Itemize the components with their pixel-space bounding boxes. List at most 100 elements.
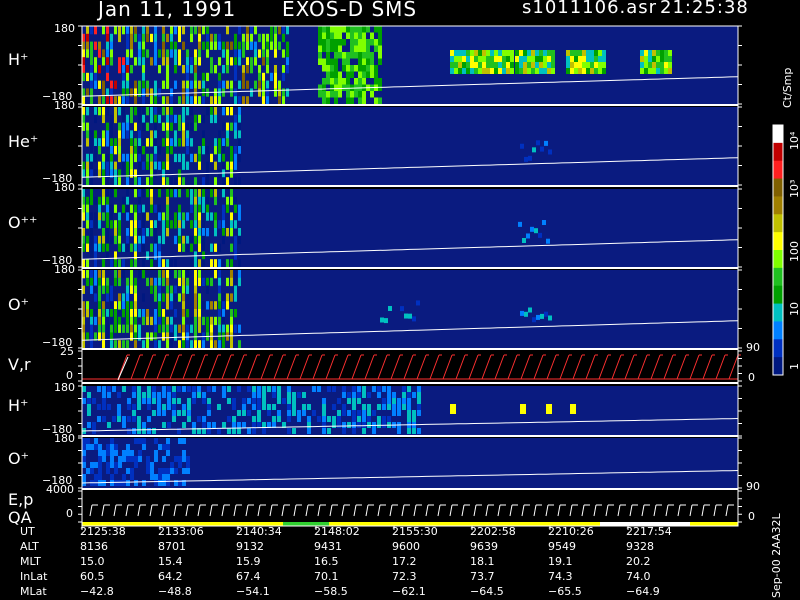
spectrogram-cell [106,462,110,468]
spectrogram-cell [190,26,193,35]
spectrogram-cell [154,456,158,462]
spectrogram-cell [138,228,141,237]
spectrogram-cell [142,161,145,170]
spectrogram-cell [167,398,171,404]
spectrogram-cell [182,316,185,326]
spectrogram-cell [122,243,125,252]
spectrogram-cell [82,444,86,450]
spectrogram-cell [218,72,221,82]
spectrogram-cell [227,416,231,422]
table-cell: 72.3 [392,570,417,583]
spectrogram-cell [86,49,89,58]
spectrogram-cell [347,398,351,404]
spectrogram-cell [134,456,138,462]
spectrogram-cell [166,65,169,74]
spectrogram-cell [134,340,137,349]
spectrogram-cell [652,62,656,68]
spectrogram-cell [87,422,91,428]
spectrogram-cell [570,68,574,74]
spectrogram-cell [486,68,490,74]
spectrogram-cell [126,96,129,105]
spectrogram-cell [147,392,151,398]
spectrogram-cell [482,68,486,74]
spectrogram-cell [234,88,237,97]
spectrogram-cell [90,468,94,474]
spectrogram-cell [374,26,378,33]
spectrogram-cell [186,212,189,221]
spectrogram-cell [166,228,169,237]
spectrogram-cell [286,41,289,50]
spectrogram-cell [234,324,237,333]
spectrogram-cell [519,50,523,56]
spectrogram-cell [417,398,421,404]
spectrogram-cell [506,62,510,68]
spectrogram-cell [190,107,193,116]
spectrogram-cell [190,259,193,268]
spectrogram-cell [158,114,161,124]
spectrogram-cell [142,107,145,116]
spectrogram-cell [86,332,89,341]
spectrogram-cell [392,392,396,398]
spectrogram-cell [98,107,101,116]
spectrogram-cell [158,270,161,279]
spectrogram-cell [126,456,130,462]
spectrogram-cell [234,293,237,302]
spectrogram-cell [282,65,285,74]
spectrogram-cell [122,456,126,462]
spectrogram-cell [118,340,121,349]
spectrogram-cell [97,416,101,422]
spectrogram-cell [238,49,241,58]
spectrogram-cell [230,161,233,170]
spectrogram-cell [166,270,169,279]
spectrogram-cell [218,259,221,268]
spectrogram-cell [98,204,101,213]
spectrogram-cell [640,50,644,56]
spectrogram-cell [138,177,141,186]
spectrogram-cell [142,33,145,43]
spectrogram-cell [98,301,101,310]
spectrogram-cell [326,78,330,85]
spectrogram-cell [515,56,519,62]
spectrogram-cell [154,88,157,97]
spectrogram-cell [498,62,502,68]
spectrogram-cell [170,301,173,310]
spectrogram-cell [192,398,196,404]
spectrogram-cell [408,313,412,319]
spectrogram-cell [334,39,338,46]
spectrogram-cell [382,398,386,404]
spectrogram-cell [282,26,285,35]
spectrogram-cell [158,309,161,318]
spectrogram-cell [510,50,514,56]
spectrogram-cell [186,309,189,318]
spectrogram-cell [482,62,486,68]
spectrogram-cell [218,316,221,326]
spectrogram-cell [118,316,121,326]
right-axis-0-a: 0 [748,371,755,384]
spectrogram-cell [86,169,89,178]
spectrogram-cell [194,259,197,268]
colorbar-segment [773,178,783,197]
spectrogram-cell [317,416,321,422]
spectrogram-cell [326,45,330,52]
colorbar-segment [773,250,783,269]
spectrogram-cell [402,398,406,404]
spectrogram-cell [242,41,245,50]
tick-p1-max: 180 [54,22,75,35]
spectrogram-cell [146,26,149,35]
spectrogram-cell [158,285,161,294]
spectrogram-cell [117,392,121,398]
spectrogram-cell [178,114,181,124]
spectrogram-cell [254,41,257,50]
spectrogram-cell [292,428,296,434]
spectrogram-cell [110,80,113,89]
spectrogram-cell [578,56,582,62]
spectrogram-cell [186,161,189,170]
spectrogram-cell [407,428,411,434]
spectrogram-cell [337,416,341,422]
spectrogram-cell [90,212,93,221]
spectrogram-cell [114,444,118,450]
spectrogram-cell [110,189,113,198]
spectrogram-cell [110,146,113,155]
spectrogram-cell [194,285,197,294]
spectrogram-cell [506,68,510,74]
